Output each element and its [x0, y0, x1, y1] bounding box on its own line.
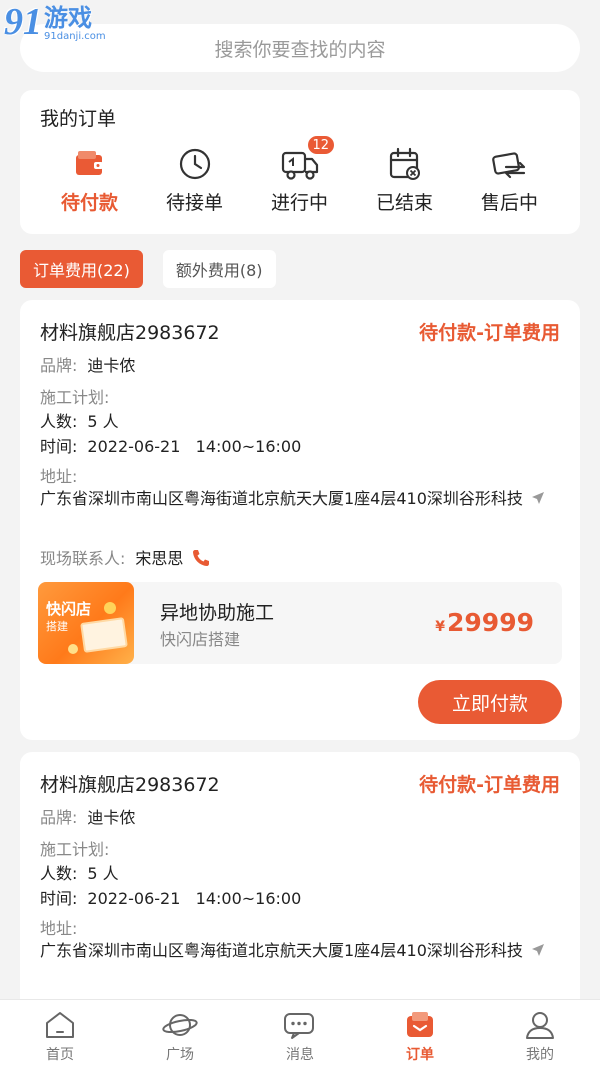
- coin-illustration: [68, 644, 78, 654]
- order-card: 材料旗舰店2983672 待付款-订单费用 品牌: 迪卡侬 施工计划: 人数: 5 …: [20, 300, 580, 740]
- time-value: 2022-06-21 14:00~16:00: [87, 889, 302, 908]
- plan-label: 施工计划:: [40, 388, 110, 407]
- service-item[interactable]: 快闪店 搭建 异地协助施工 快闪店搭建 ¥29999: [38, 582, 562, 664]
- nav-item-orders[interactable]: 订单: [360, 1000, 480, 1067]
- brand-label: 品牌:: [40, 808, 78, 827]
- nav-label: 消息: [286, 1047, 314, 1063]
- time-value: 2022-06-21 14:00~16:00: [87, 437, 302, 456]
- thumbnail-title: 快闪店: [46, 600, 92, 618]
- address-text: 广东省深圳市南山区粤海街道北京航天大厦1座4层410深圳谷形科技: [40, 941, 523, 960]
- address-label-row: 地址:: [40, 915, 77, 939]
- nav-item-profile[interactable]: 我的: [480, 1000, 600, 1067]
- address-label-row: 地址:: [40, 463, 77, 487]
- shop-name: 材料旗舰店2983672: [40, 774, 220, 796]
- contact-label: 现场联系人:: [40, 549, 126, 568]
- plan-row: 施工计划:: [40, 836, 109, 860]
- address-label: 地址:: [40, 467, 78, 486]
- service-thumbnail: 快闪店 搭建: [38, 582, 134, 664]
- address-value: 广东省深圳市南山区粤海街道北京航天大厦1座4层410深圳谷形科技: [40, 938, 560, 964]
- watermark-logo: 91 游戏 91danji.com: [4, 2, 106, 43]
- pay-now-button[interactable]: 立即付款: [418, 680, 562, 724]
- nav-item-home[interactable]: 首页: [0, 1000, 120, 1067]
- status-pending-payment[interactable]: 待付款: [37, 146, 142, 215]
- plan-label: 施工计划:: [40, 840, 110, 859]
- status-finished[interactable]: 已结束: [352, 146, 457, 215]
- nav-label: 订单: [406, 1047, 434, 1063]
- user-icon: [522, 1009, 558, 1041]
- tab-extra-fees[interactable]: 额外费用(8): [162, 250, 276, 288]
- time-label: 时间:: [40, 889, 78, 908]
- status-label: 进行中: [270, 192, 328, 214]
- watermark-number: 91: [4, 1, 42, 43]
- order-status: 待付款-订单费用: [419, 774, 560, 796]
- people-row: 人数: 5 人: [40, 860, 119, 884]
- nav-label: 首页: [46, 1047, 74, 1063]
- clock-icon: [175, 146, 215, 182]
- my-orders-title: 我的订单: [40, 108, 117, 130]
- people-value: 5 人: [87, 412, 119, 431]
- calendar-x-icon: [385, 146, 425, 182]
- people-label: 人数:: [40, 412, 78, 431]
- service-subtitle: 快闪店搭建: [160, 630, 241, 649]
- search-placeholder: 搜索你要查找的内容: [214, 38, 386, 61]
- people-label: 人数:: [40, 864, 78, 883]
- address-text: 广东省深圳市南山区粤海街道北京航天大厦1座4层410深圳谷形科技: [40, 489, 523, 508]
- status-awaiting-accept[interactable]: 待接单: [142, 146, 247, 215]
- phone-icon[interactable]: [191, 548, 211, 572]
- order-status: 待付款-订单费用: [419, 322, 560, 344]
- nav-label: 我的: [526, 1047, 554, 1063]
- thumbnail-subtitle: 搭建: [46, 620, 68, 633]
- my-orders-card: 我的订单 待付款 待接单 12 进行中 已结束 售后中: [20, 90, 580, 234]
- brand-label: 品牌:: [40, 356, 78, 375]
- contact-name: 宋思思: [135, 549, 184, 568]
- watermark-name: 游戏: [44, 4, 92, 32]
- status-label: 已结束: [375, 192, 433, 214]
- time-row: 时间: 2022-06-21 14:00~16:00: [40, 885, 301, 909]
- brand-row: 品牌: 迪卡侬: [40, 352, 135, 376]
- status-label: 待付款: [60, 192, 118, 214]
- brand-value: 迪卡侬: [87, 808, 136, 827]
- coin-illustration: [104, 602, 116, 614]
- plan-row: 施工计划:: [40, 384, 109, 408]
- people-row: 人数: 5 人: [40, 408, 119, 432]
- watermark-url: 91danji.com: [44, 31, 106, 42]
- order-status-row: 待付款 待接单 12 进行中 已结束 售后中: [20, 134, 580, 215]
- order-card: 材料旗舰店2983672 待付款-订单费用 品牌: 迪卡侬 施工计划: 人数: 5 …: [20, 752, 580, 1012]
- brand-row: 品牌: 迪卡侬: [40, 804, 135, 828]
- service-title: 异地协助施工: [160, 602, 275, 624]
- status-label: 待接单: [165, 192, 223, 214]
- chat-icon: [282, 1009, 318, 1041]
- book-illustration: [80, 617, 128, 653]
- navigate-icon[interactable]: [531, 939, 545, 964]
- planet-icon: [162, 1009, 198, 1041]
- address-value: 广东省深圳市南山区粤海街道北京航天大厦1座4层410深圳谷形科技: [40, 486, 560, 512]
- time-row: 时间: 2022-06-21 14:00~16:00: [40, 433, 301, 457]
- exchange-icon: [490, 146, 530, 182]
- status-label: 售后中: [480, 192, 538, 214]
- wallet-icon: [70, 146, 110, 182]
- address-label: 地址:: [40, 919, 78, 938]
- shop-name: 材料旗舰店2983672: [40, 322, 220, 344]
- truck-icon: 12: [280, 134, 337, 182]
- nav-item-messages[interactable]: 消息: [240, 1000, 360, 1067]
- nav-label: 广场: [166, 1047, 194, 1063]
- nav-item-square[interactable]: 广场: [120, 1000, 240, 1067]
- contact-row: 现场联系人: 宋思思: [40, 545, 211, 572]
- fee-tabs: 订单费用(22) 额外费用(8): [20, 250, 296, 288]
- time-label: 时间:: [40, 437, 78, 456]
- status-in-progress[interactable]: 12 进行中: [247, 134, 352, 215]
- people-value: 5 人: [87, 864, 119, 883]
- tab-order-fees[interactable]: 订单费用(22): [20, 250, 143, 288]
- price-currency: ¥: [435, 619, 446, 635]
- bottom-nav: 首页 广场 消息 订单 我的: [0, 999, 600, 1067]
- order-icon: [402, 1009, 438, 1041]
- in-progress-badge: 12: [305, 134, 337, 156]
- navigate-icon[interactable]: [531, 487, 545, 512]
- price-amount: 29999: [447, 608, 534, 637]
- service-price: ¥29999: [435, 608, 534, 637]
- status-after-sales[interactable]: 售后中: [457, 146, 562, 215]
- home-icon: [42, 1009, 78, 1041]
- brand-value: 迪卡侬: [87, 356, 136, 375]
